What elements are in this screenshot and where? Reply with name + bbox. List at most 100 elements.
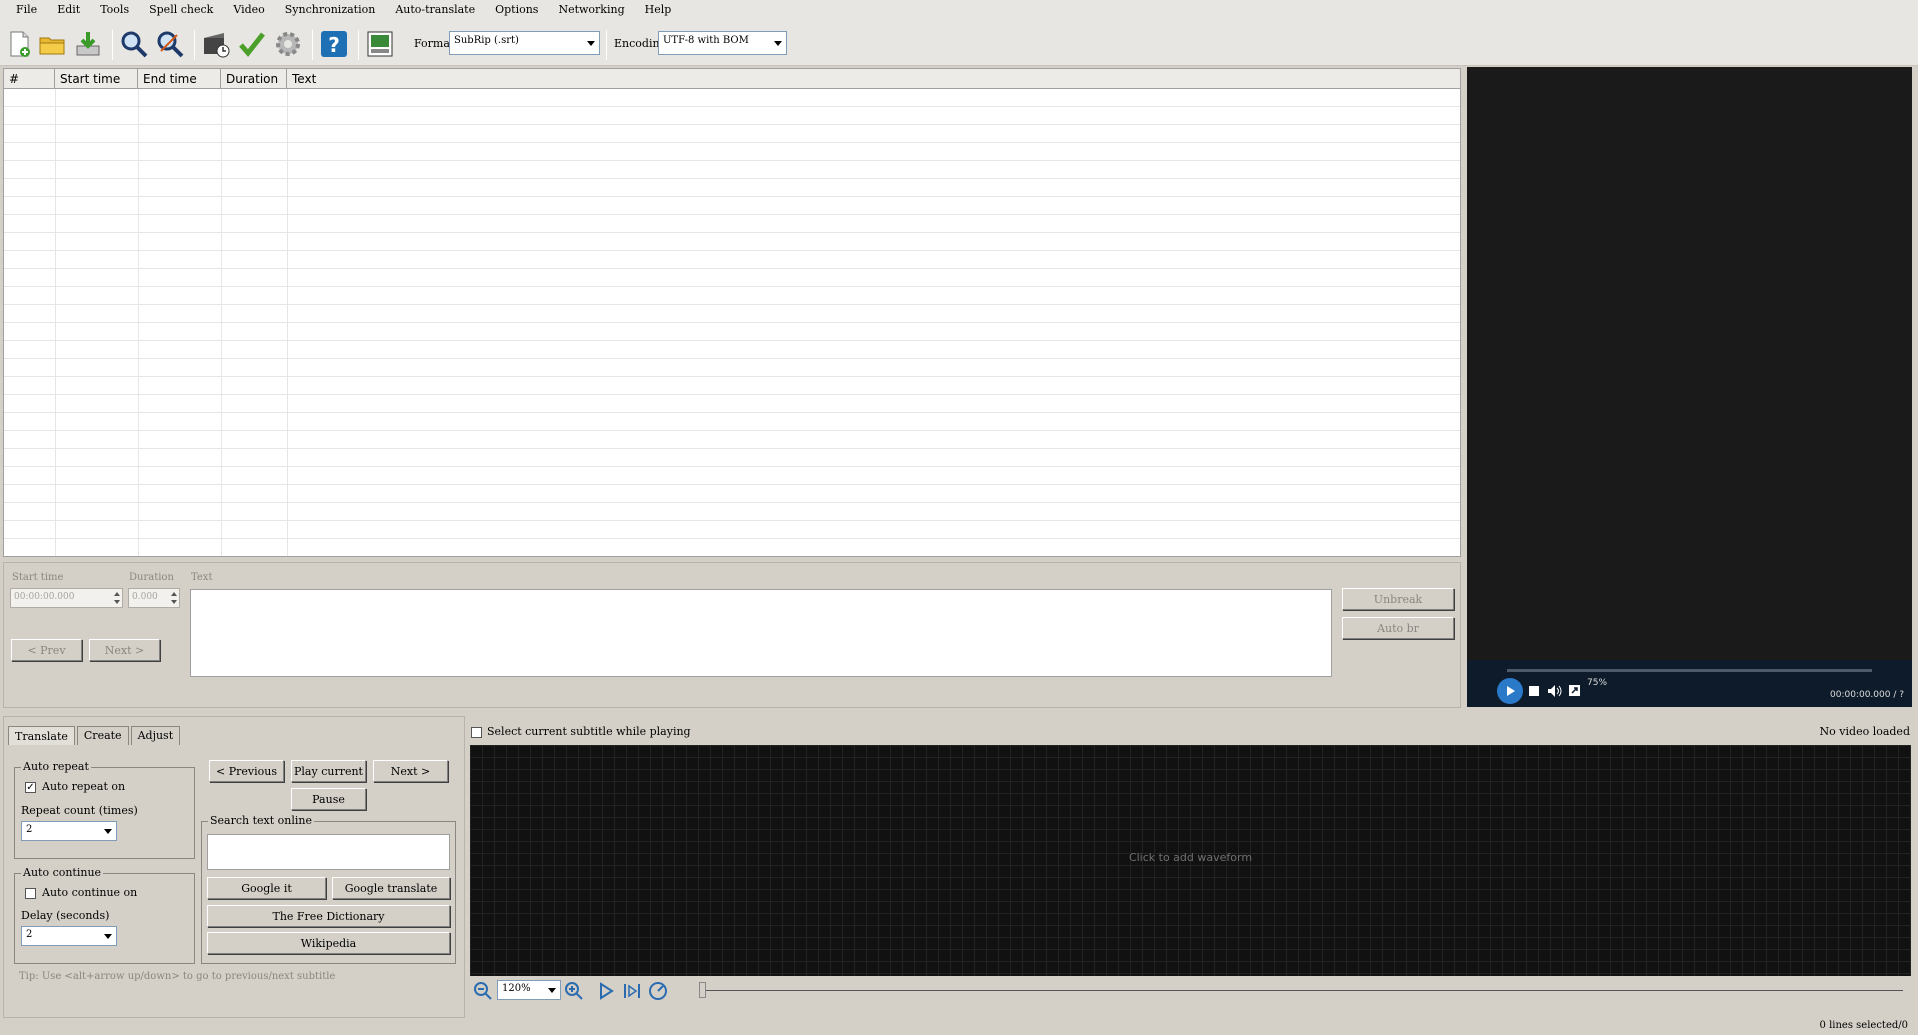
zoom-out-icon[interactable] bbox=[473, 981, 493, 1001]
chevron-down-icon bbox=[548, 988, 556, 993]
tab-bar: Translate Create Adjust bbox=[8, 726, 182, 745]
menu-spell-check[interactable]: Spell check bbox=[139, 0, 223, 20]
chevron-down-icon bbox=[774, 41, 782, 46]
help-icon[interactable]: ? bbox=[318, 28, 350, 60]
delay-select[interactable]: 2 bbox=[21, 926, 117, 946]
menu-edit[interactable]: Edit bbox=[47, 0, 90, 20]
column-start-time[interactable]: Start time bbox=[55, 69, 138, 89]
auto-repeat-title: Auto repeat bbox=[21, 760, 91, 773]
menu-bar: File Edit Tools Spell check Video Synchr… bbox=[0, 0, 1918, 20]
column-duration[interactable]: Duration bbox=[221, 69, 287, 89]
video-controls: 75% 00:00:00.000 / ? bbox=[1467, 660, 1912, 707]
menu-file[interactable]: File bbox=[6, 0, 47, 20]
auto-continue-checkbox[interactable] bbox=[25, 888, 36, 899]
save-download-icon[interactable] bbox=[72, 28, 104, 60]
play-selection-icon[interactable] bbox=[622, 981, 642, 1001]
volume-percent: 75% bbox=[1587, 678, 1608, 688]
spell-check-icon[interactable] bbox=[236, 28, 268, 60]
select-current-checkbox[interactable] bbox=[471, 727, 482, 738]
waveform-position-slider[interactable] bbox=[699, 982, 706, 998]
video-player[interactable] bbox=[1467, 67, 1912, 707]
auto-continue-on-label: Auto continue on bbox=[42, 886, 138, 899]
stop-icon[interactable] bbox=[1529, 686, 1539, 696]
column-number[interactable]: # bbox=[4, 69, 55, 89]
zoom-select[interactable]: 120% bbox=[497, 980, 561, 1000]
menu-synchronization[interactable]: Synchronization bbox=[275, 0, 386, 20]
new-file-icon[interactable] bbox=[3, 28, 35, 60]
google-translate-button[interactable]: Google translate bbox=[332, 877, 450, 899]
column-text[interactable]: Text bbox=[287, 69, 1460, 89]
menu-tools[interactable]: Tools bbox=[90, 0, 139, 20]
replace-icon[interactable] bbox=[154, 28, 186, 60]
next-subtitle-button[interactable]: Next > bbox=[373, 760, 448, 782]
menu-options[interactable]: Options bbox=[485, 0, 548, 20]
format-select[interactable]: SubRip (.srt) bbox=[449, 31, 600, 55]
next-button[interactable]: Next > bbox=[89, 639, 160, 661]
menu-video[interactable]: Video bbox=[223, 0, 274, 20]
video-seek-bar[interactable] bbox=[1507, 669, 1872, 672]
tab-translate[interactable]: Translate bbox=[8, 726, 75, 745]
search-text-input[interactable] bbox=[207, 834, 450, 870]
waveform-position-track[interactable] bbox=[702, 990, 1903, 991]
pause-button[interactable]: Pause bbox=[291, 788, 366, 810]
start-time-label: Start time bbox=[12, 572, 64, 583]
subtitle-grid[interactable]: # Start time End time Duration Text bbox=[3, 68, 1461, 557]
tip-text: Tip: Use <alt+arrow up/down> to go to pr… bbox=[19, 971, 336, 982]
chevron-down-icon bbox=[104, 829, 112, 834]
chevron-down-icon bbox=[587, 41, 595, 46]
chevron-down-icon bbox=[104, 934, 112, 939]
waveform-panel[interactable]: Click to add waveform bbox=[470, 745, 1911, 976]
zoom-in-icon[interactable] bbox=[564, 981, 584, 1001]
tab-create[interactable]: Create bbox=[76, 726, 129, 745]
layout-icon[interactable] bbox=[364, 28, 396, 60]
volume-icon[interactable] bbox=[1547, 684, 1563, 698]
prev-button[interactable]: < Prev bbox=[11, 639, 82, 661]
play-waveform-icon[interactable] bbox=[596, 981, 616, 1001]
repeat-count-select[interactable]: 2 bbox=[21, 821, 117, 841]
settings-gear-icon[interactable] bbox=[272, 28, 304, 60]
subtitle-edit-panel: Start time 00:00:00.000 Duration 0.000 T… bbox=[3, 562, 1461, 708]
subtitle-text-input[interactable] bbox=[190, 589, 1332, 677]
click-to-add-waveform[interactable]: Click to add waveform bbox=[470, 851, 1911, 864]
encoding-select[interactable]: UTF-8 with BOM bbox=[658, 31, 787, 55]
no-video-loaded-label: No video loaded bbox=[1819, 725, 1910, 738]
menu-help[interactable]: Help bbox=[635, 0, 682, 20]
encoding-value: UTF-8 with BOM bbox=[663, 35, 749, 46]
free-dictionary-button[interactable]: The Free Dictionary bbox=[207, 905, 450, 927]
start-time-input[interactable]: 00:00:00.000 bbox=[10, 588, 123, 608]
status-lines-selected: 0 lines selected/0 bbox=[1819, 1020, 1908, 1031]
google-it-button[interactable]: Google it bbox=[207, 877, 326, 899]
menu-auto-translate[interactable]: Auto-translate bbox=[385, 0, 485, 20]
video-time: 00:00:00.000 / ? bbox=[1830, 690, 1904, 700]
auto-repeat-group: Auto repeat ✓ Auto repeat on Repeat coun… bbox=[14, 760, 195, 859]
menu-networking[interactable]: Networking bbox=[548, 0, 634, 20]
toolbar: ? Format SubRip (.srt) Encoding UTF-8 wi… bbox=[0, 20, 1918, 66]
play-icon[interactable] bbox=[1497, 678, 1523, 704]
repeat-count-label: Repeat count (times) bbox=[21, 804, 138, 817]
grid-header: # Start time End time Duration Text bbox=[4, 69, 1460, 89]
auto-br-button[interactable]: Auto br bbox=[1342, 617, 1454, 639]
speed-gauge-icon[interactable] bbox=[648, 981, 668, 1001]
wikipedia-button[interactable]: Wikipedia bbox=[207, 932, 450, 954]
auto-repeat-on-label: Auto repeat on bbox=[42, 780, 126, 793]
auto-repeat-checkbox[interactable]: ✓ bbox=[25, 782, 36, 793]
previous-button[interactable]: < Previous bbox=[209, 760, 284, 782]
waveform-toolbar: 120% bbox=[470, 978, 1911, 1004]
find-icon[interactable] bbox=[118, 28, 150, 60]
grid-rows bbox=[4, 89, 1460, 556]
tab-adjust[interactable]: Adjust bbox=[130, 726, 181, 745]
format-value: SubRip (.srt) bbox=[454, 35, 519, 46]
visual-sync-icon[interactable] bbox=[200, 28, 232, 60]
delay-label: Delay (seconds) bbox=[21, 909, 110, 922]
search-text-online-title: Search text online bbox=[208, 814, 314, 827]
fullscreen-icon[interactable] bbox=[1569, 685, 1580, 696]
auto-continue-group: Auto continue Auto continue on Delay (se… bbox=[14, 866, 195, 964]
duration-input[interactable]: 0.000 bbox=[128, 588, 180, 608]
unbreak-button[interactable]: Unbreak bbox=[1342, 588, 1454, 610]
duration-label: Duration bbox=[129, 572, 174, 583]
open-folder-icon[interactable] bbox=[36, 28, 68, 60]
column-end-time[interactable]: End time bbox=[138, 69, 221, 89]
play-current-button[interactable]: Play current bbox=[291, 760, 366, 782]
select-current-label: Select current subtitle while playing bbox=[487, 725, 691, 738]
text-label: Text bbox=[191, 572, 213, 583]
